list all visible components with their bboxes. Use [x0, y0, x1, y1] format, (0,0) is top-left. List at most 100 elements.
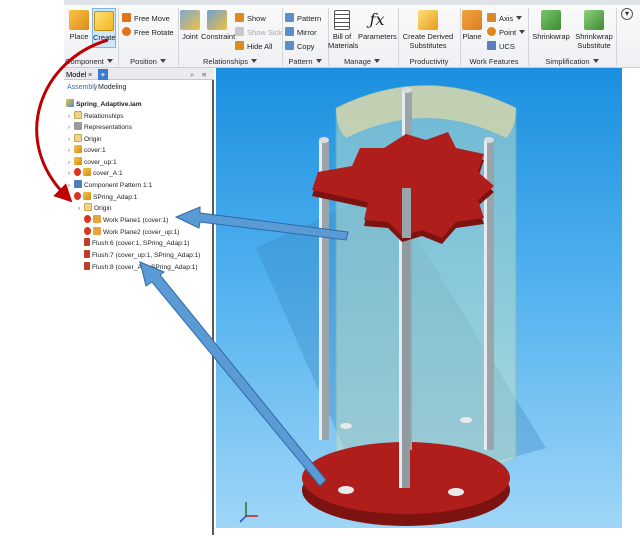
shrinkwrap-substitute-button[interactable]: Shrinkwrap Substitute	[573, 10, 615, 50]
bom-label-line1: Bill of	[332, 32, 352, 41]
create-derived-label-line1: Create Derived	[402, 32, 454, 41]
tree-root-assembly[interactable]: Spring_Adaptive.iam	[66, 99, 142, 109]
tree-item-representations[interactable]: › Representations	[68, 122, 132, 132]
tree-item-origin[interactable]: › Origin	[68, 134, 102, 144]
create-derived-substitutes-button[interactable]: Create Derived Substitutes	[399, 10, 457, 50]
create-label: Create	[93, 33, 116, 42]
axis-button[interactable]: Axis	[487, 13, 523, 25]
subtab-assembly[interactable]: Assembly	[67, 82, 97, 93]
manage-panel-label[interactable]: Manage	[328, 57, 396, 66]
point-button[interactable]: Point	[487, 27, 526, 39]
hide-all-label: Hide All	[247, 42, 273, 51]
hide-all-icon	[235, 41, 244, 50]
folder-icon	[84, 203, 92, 211]
tree-item-spring-adap[interactable]: ˇ SPring_Adap:1	[68, 192, 137, 202]
pattern-button[interactable]: Pattern	[285, 13, 321, 25]
parameters-label: Parameters	[358, 32, 397, 41]
adaptive-icon	[74, 168, 81, 176]
search-icon[interactable]: ⌕	[190, 69, 194, 80]
plate-hole	[460, 417, 472, 423]
show-button[interactable]: Show	[235, 13, 266, 25]
chevron-down-icon	[106, 59, 113, 63]
tree-item-spring-origin[interactable]: › Origin	[78, 203, 112, 213]
show-sick-button[interactable]: Show Sick	[235, 27, 282, 39]
tree-item-label: Component Pattern 1:1	[84, 182, 153, 189]
tree-item-relationships[interactable]: › Relationships	[68, 111, 124, 121]
bom-button[interactable]: Bill of Materials	[328, 10, 358, 50]
position-panel-label-text: Position	[130, 57, 157, 66]
pattern-panel: Pattern Mirror Copy Pattern	[284, 6, 326, 68]
parameters-fx-icon: ƒx	[369, 10, 385, 29]
tree-item-flush-8[interactable]: Flush:8 (cover_A:1, SPring_Adap:1)	[84, 262, 198, 272]
tree-item-cover-up[interactable]: › cover_up:1	[68, 157, 117, 167]
place-label: Place	[69, 32, 89, 41]
flush-constraint-icon	[84, 250, 90, 258]
tree-item-label: cover_A:1	[93, 170, 123, 177]
graphics-viewport[interactable]	[216, 68, 622, 528]
show-label: Show	[247, 14, 266, 23]
parameters-button[interactable]: ƒx Parameters	[358, 10, 397, 41]
tree-item-cover-a[interactable]: › cover_A:1	[68, 168, 123, 178]
menu-icon[interactable]: ≡	[202, 69, 206, 80]
expand-ribbon-icon[interactable]: ▾	[621, 8, 633, 20]
shrinkwrap-substitute-icon	[584, 10, 604, 30]
hide-all-button[interactable]: Hide All	[235, 41, 272, 53]
divider	[282, 8, 283, 66]
add-tab-button[interactable]: +	[98, 69, 108, 80]
tree-item-work-plane-1[interactable]: Work Plane1 (cover:1)	[84, 215, 168, 225]
create-button[interactable]: Create	[92, 8, 116, 48]
show-sick-icon	[235, 27, 244, 36]
position-panel-label[interactable]: Position	[120, 57, 176, 66]
constraint-icon	[207, 10, 227, 30]
free-rotate-button[interactable]: Free Rotate	[122, 27, 174, 39]
tab-model[interactable]: Model	[66, 69, 86, 80]
tree-item-label: Spring_Adaptive.iam	[76, 101, 142, 108]
tree-item-label: cover:1	[84, 147, 106, 154]
mirror-icon	[285, 27, 294, 36]
tree-item-cover[interactable]: › cover:1	[68, 145, 106, 155]
tree-item-label: Origin	[94, 205, 112, 212]
divider	[616, 8, 617, 66]
adaptive-icon	[84, 215, 91, 223]
rod-top	[402, 87, 412, 93]
adaptive-icon	[84, 227, 91, 235]
plate-hole	[338, 486, 354, 494]
chevron-down-icon	[159, 59, 166, 63]
tree-item-component-pattern[interactable]: › Component Pattern 1:1	[68, 180, 152, 190]
productivity-panel-label[interactable]: Productivity	[399, 57, 459, 66]
ucs-button[interactable]: UCS	[487, 41, 515, 53]
manage-panel: Bill of Materials ƒx Parameters Manage	[328, 6, 397, 68]
view-cube-axis-icon[interactable]	[239, 502, 258, 523]
tree-item-flush-6[interactable]: Flush:6 (cover:1, SPring_Adap:1)	[84, 238, 190, 248]
tab-close-icon[interactable]: ×	[88, 69, 92, 80]
free-move-button[interactable]: Free Move	[122, 13, 170, 25]
work-plane-icon	[93, 215, 101, 223]
plane-button[interactable]: Plane	[461, 10, 483, 41]
part-icon	[83, 192, 91, 200]
tree-item-label: Flush:7 (cover_up:1, SPring_Adap:1)	[92, 252, 201, 259]
mirror-button[interactable]: Mirror	[285, 27, 317, 39]
pattern-icon	[74, 180, 82, 188]
folder-icon	[74, 111, 82, 119]
constraint-button[interactable]: Constraint	[201, 10, 235, 41]
place-button[interactable]: Place	[68, 10, 90, 41]
subtab-modeling[interactable]: Modeling	[98, 82, 126, 93]
tree-item-label: Flush:8 (cover_A:1, SPring_Adap:1)	[92, 264, 198, 271]
pattern-panel-label[interactable]: Pattern	[284, 57, 326, 66]
tree-item-flush-7[interactable]: Flush:7 (cover_up:1, SPring_Adap:1)	[84, 250, 201, 260]
tree-item-label: Origin	[84, 136, 102, 143]
simplification-panel-label[interactable]: Simplification	[529, 57, 615, 66]
work-plane-icon	[93, 227, 101, 235]
copy-button[interactable]: Copy	[285, 41, 315, 53]
joint-button[interactable]: Joint	[179, 10, 201, 41]
rod-top	[319, 137, 329, 143]
adaptive-icon	[74, 192, 81, 200]
component-panel-label[interactable]: Component	[64, 57, 114, 66]
relationships-panel-label[interactable]: Relationships	[179, 57, 281, 66]
work-features-panel-label[interactable]: Work Features	[461, 57, 527, 66]
show-icon	[235, 13, 244, 22]
tree-item-work-plane-2[interactable]: Work Plane2 (cover_up:1)	[84, 227, 179, 237]
shrinkwrap-button[interactable]: Shrinkwrap	[531, 10, 571, 41]
subtab-separator: |	[94, 84, 96, 91]
flush-constraint-icon	[84, 238, 90, 246]
